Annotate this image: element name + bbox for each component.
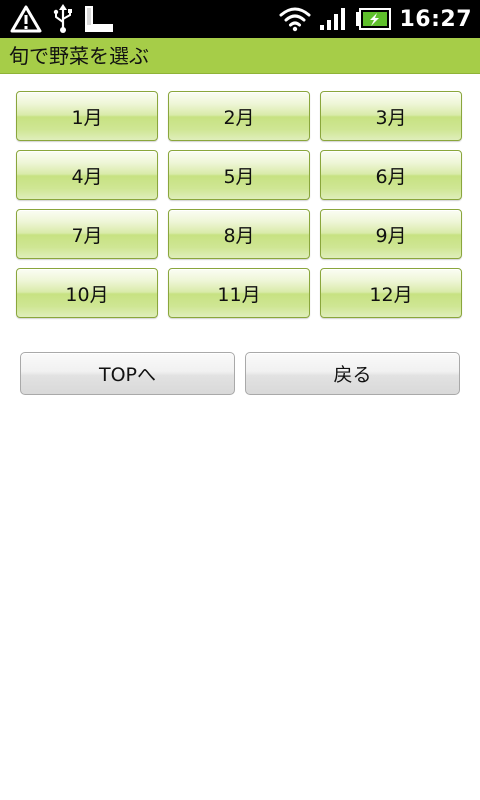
month-button-6[interactable]: 6月: [320, 150, 462, 200]
nav-button-row: TOPへ 戻る: [20, 352, 460, 395]
month-button-10[interactable]: 10月: [16, 268, 158, 318]
wifi-icon: [279, 6, 311, 32]
app-screen: 16:27 旬で野菜を選ぶ 1月 2月 3月 4月 5月 6月 7月 8月 9月…: [0, 0, 480, 800]
usb-icon: [52, 4, 74, 34]
warning-icon: [10, 5, 42, 33]
status-bar: 16:27: [0, 0, 480, 38]
signal-icon: [319, 7, 347, 31]
back-button[interactable]: 戻る: [245, 352, 460, 395]
month-button-9[interactable]: 9月: [320, 209, 462, 259]
month-button-4[interactable]: 4月: [16, 150, 158, 200]
month-button-8[interactable]: 8月: [168, 209, 310, 259]
month-button-1[interactable]: 1月: [16, 91, 158, 141]
top-button[interactable]: TOPへ: [20, 352, 235, 395]
status-time: 16:27: [399, 6, 472, 32]
status-bar-right: 16:27: [279, 0, 472, 38]
month-button-2[interactable]: 2月: [168, 91, 310, 141]
page-title: 旬で野菜を選ぶ: [9, 44, 149, 68]
title-bar: 旬で野菜を選ぶ: [0, 38, 480, 74]
month-grid: 1月 2月 3月 4月 5月 6月 7月 8月 9月 10月 11月 12月: [16, 91, 462, 318]
status-bar-left: [10, 0, 114, 38]
battery-charging-icon: [355, 8, 392, 30]
month-button-5[interactable]: 5月: [168, 150, 310, 200]
month-button-12[interactable]: 12月: [320, 268, 462, 318]
month-button-3[interactable]: 3月: [320, 91, 462, 141]
month-button-11[interactable]: 11月: [168, 268, 310, 318]
month-button-7[interactable]: 7月: [16, 209, 158, 259]
sd-card-icon: [84, 4, 114, 34]
